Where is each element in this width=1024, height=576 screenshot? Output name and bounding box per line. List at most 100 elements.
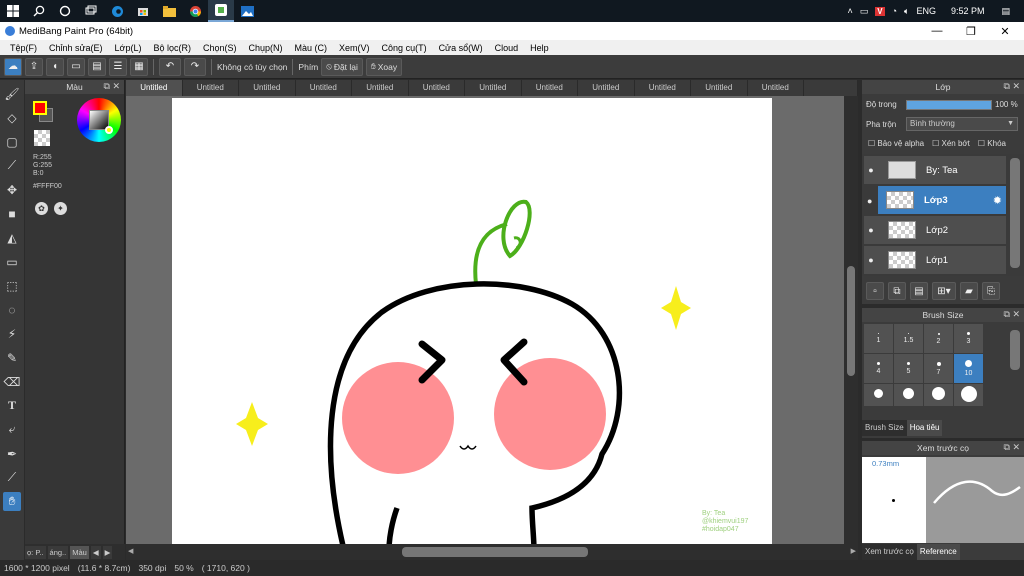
message-icon[interactable]: ▭ [67, 57, 85, 76]
cortana-icon[interactable] [52, 0, 78, 22]
panel-popout-close-icon[interactable]: ⧉ ✕ [1004, 442, 1020, 453]
reset-button[interactable]: ⦸ Đặt lại [321, 57, 363, 76]
select-pen-tool-icon[interactable]: ✎ [3, 348, 21, 367]
brush-size-cell[interactable]: 1.5 [894, 324, 923, 353]
text-tool-icon[interactable]: T [3, 396, 21, 415]
doc-tab[interactable]: Untitled [748, 80, 804, 96]
menu-edit[interactable]: Chỉnh sửa(E) [43, 43, 109, 53]
layer-row[interactable]: ● By: Tea [864, 156, 1006, 185]
vertical-scroll-thumb[interactable] [847, 266, 855, 376]
snap-option-label[interactable]: Không có tùy chọn [217, 62, 287, 72]
doc-tab[interactable]: Untitled [578, 80, 635, 96]
tab-brush-size[interactable]: Brush Size [862, 420, 907, 436]
photos-icon[interactable] [234, 0, 260, 22]
color-settings-icon[interactable]: ✦ [54, 202, 67, 215]
clipping-checkbox[interactable]: ☐ Xén bớt [932, 139, 970, 148]
color-wheel[interactable] [77, 98, 121, 142]
menu-tools[interactable]: Công cụ(T) [376, 43, 433, 53]
list-icon[interactable]: ☰ [109, 57, 127, 76]
doc-tab[interactable]: Untitled [465, 80, 522, 96]
store-icon[interactable] [130, 0, 156, 22]
brush-size-cell[interactable]: 10 [954, 354, 983, 383]
visibility-icon[interactable]: ● [864, 225, 878, 235]
foreground-color-swatch[interactable] [33, 101, 47, 115]
lock-checkbox[interactable]: ☐ Khóa [978, 139, 1006, 148]
vpn-icon[interactable]: V [875, 6, 885, 16]
maximize-button[interactable]: ❐ [954, 22, 988, 40]
color-picker-handle[interactable] [105, 126, 113, 134]
brush-size-cell[interactable]: 5 [894, 354, 923, 383]
pen-tool-icon[interactable]: ✒ [3, 444, 21, 463]
drawing-canvas[interactable]: By: Tea @khiemvui197 #hoidap047 [172, 98, 772, 544]
tab-color[interactable]: Màu [70, 545, 89, 559]
gear-icon[interactable]: ✹ [993, 194, 1002, 207]
language-indicator[interactable]: ENG [916, 6, 936, 16]
hand-tool-icon[interactable]: ✋︎ [3, 492, 21, 511]
vertical-scrollbar[interactable] [844, 96, 858, 544]
magic-wand-tool-icon[interactable]: ⚡︎ [3, 324, 21, 343]
rectangle-tool-icon[interactable]: ▢ [3, 132, 21, 151]
doc-tab[interactable]: Untitled [409, 80, 465, 96]
medibang-icon[interactable] [208, 0, 234, 22]
visibility-icon[interactable]: ● [864, 165, 878, 175]
menu-color[interactable]: Màu (C) [289, 43, 334, 53]
chevron-up-icon[interactable]: ˄ [847, 6, 852, 16]
explorer-icon[interactable] [156, 0, 182, 22]
visibility-icon[interactable]: ● [864, 255, 878, 265]
tab-brush[interactable]: ọ: P.. [25, 545, 46, 559]
panel-popout-close-icon[interactable]: ⧉ ✕ [1004, 81, 1020, 92]
redo-icon[interactable]: ↷ [184, 57, 206, 76]
share-icon[interactable]: ⇪ [25, 57, 43, 76]
brush-tool-icon[interactable]: 🖌︎ [3, 84, 21, 103]
brush-size-cell[interactable] [894, 384, 923, 406]
tab-navigator[interactable]: Hoa tiêu [906, 420, 943, 436]
visibility-icon[interactable]: ● [867, 196, 872, 206]
bucket-tool-icon[interactable]: ◭ [3, 228, 21, 247]
opacity-slider[interactable] [906, 100, 992, 110]
comment-icon[interactable]: ◖ [46, 57, 64, 76]
undo-icon[interactable]: ↶ [159, 57, 181, 76]
edge-icon[interactable] [104, 0, 130, 22]
select-rect-tool-icon[interactable]: ⬚ [3, 276, 21, 295]
eyedropper-tool-icon[interactable]: ⟋ [3, 468, 21, 487]
doc-tab[interactable]: Untitled [635, 80, 691, 96]
folder-icon[interactable]: ▰ [960, 282, 978, 300]
brush-size-cell[interactable]: 3 [954, 324, 983, 353]
duplicate-layer-icon[interactable]: ⧉ [888, 282, 906, 300]
volume-icon[interactable]: 🔈︎ [904, 6, 909, 17]
scroll-right-icon[interactable]: ▶ [851, 547, 856, 555]
menu-file[interactable]: Tệp(F) [4, 43, 43, 53]
horizontal-scroll-thumb[interactable] [402, 547, 588, 557]
fill-rect-tool-icon[interactable]: ■ [3, 204, 21, 223]
menu-cloud[interactable]: Cloud [489, 43, 525, 53]
move-tool-icon[interactable]: ✥ [3, 180, 21, 199]
brush-size-cell[interactable]: 4 [864, 354, 893, 383]
page-icon[interactable]: ▤ [88, 57, 106, 76]
add-layer-menu-icon[interactable]: ⊞▾ [932, 282, 956, 300]
battery-icon[interactable]: ▭ [860, 6, 869, 17]
doc-tab[interactable]: Untitled [352, 80, 409, 96]
menu-filter[interactable]: Bộ lọc(R) [147, 43, 197, 53]
layer-row[interactable]: Lớp3 ✹ [878, 186, 1006, 215]
brush-size-scroll-thumb[interactable] [1010, 330, 1020, 370]
tab-scroll-left-icon[interactable]: ◀ [90, 545, 101, 559]
brush-size-cell[interactable]: 2 [924, 324, 953, 353]
gradient-tool-icon[interactable]: ▭ [3, 252, 21, 271]
brush-size-cell[interactable]: 7 [924, 354, 953, 383]
windows-icon[interactable] [0, 0, 26, 22]
panel-popout-close-icon[interactable]: ⧉ ✕ [1004, 309, 1020, 320]
search-icon[interactable] [26, 0, 52, 22]
line-tool-icon[interactable]: ⟋ [3, 156, 21, 175]
menu-select[interactable]: Chọn(S) [197, 43, 243, 53]
minimize-button[interactable]: — [920, 22, 954, 40]
task-view-icon[interactable] [78, 0, 104, 22]
copy-layer-icon[interactable]: ⎘ [982, 282, 1000, 300]
network-icon[interactable]: ◔ [892, 6, 897, 16]
doc-tab[interactable]: Untitled [183, 80, 239, 96]
brush-size-cell[interactable]: 1 [864, 324, 893, 353]
tab-brush-preview[interactable]: Xem trước cọ [862, 544, 917, 560]
doc-tab[interactable]: Untitled [126, 80, 183, 96]
menu-layer[interactable]: Lớp(L) [109, 43, 148, 53]
menu-window[interactable]: Cửa sổ(W) [433, 43, 489, 53]
rotate-button[interactable]: ✋︎ Xoay [365, 57, 403, 76]
